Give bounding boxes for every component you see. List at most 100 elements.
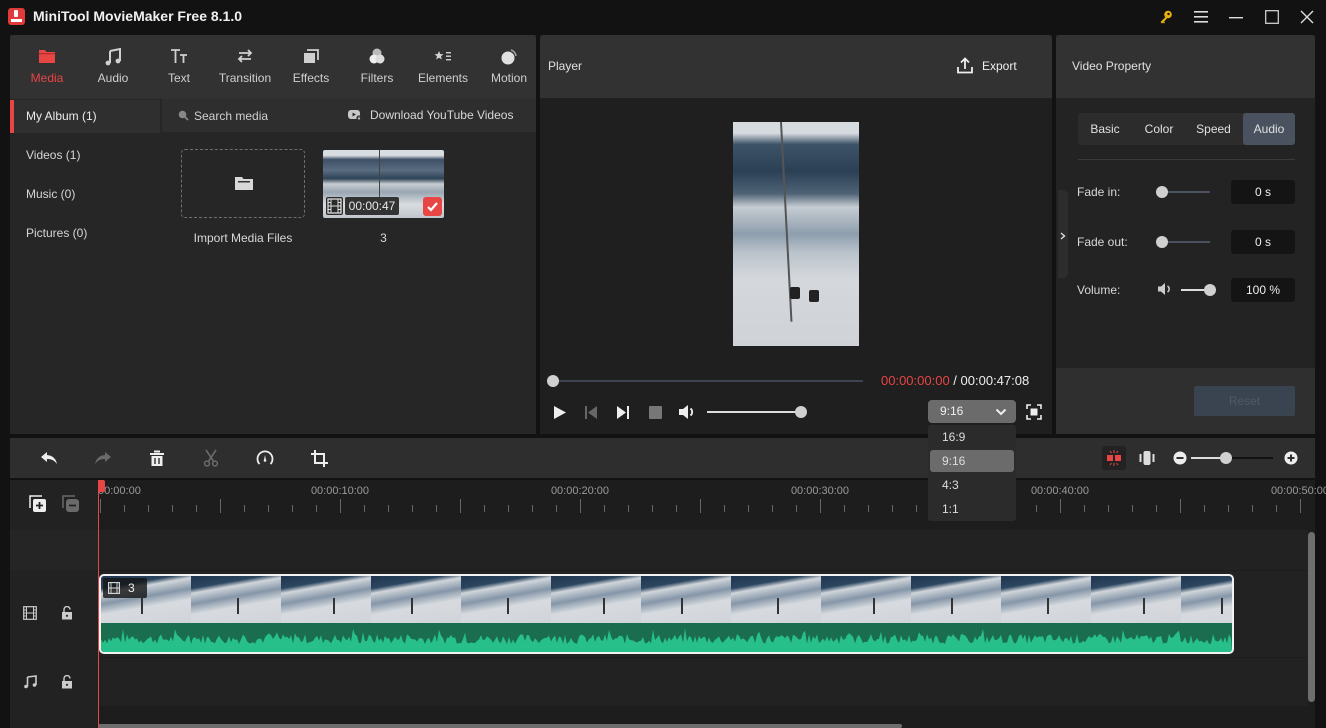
next-frame-button[interactable] [616,405,630,420]
remove-track-button[interactable] [62,495,80,513]
filmstrip-frame [821,576,911,623]
fade-in-slider-track[interactable] [1162,191,1210,193]
minimize-icon[interactable] [1222,4,1250,30]
ruler-label: 00:00:40:00 [1030,485,1090,497]
volume-slider-track[interactable] [707,411,801,413]
export-button[interactable]: Export [955,55,1031,77]
album-item-videos[interactable]: Videos (1) [10,139,160,172]
fade-out-slider-handle[interactable] [1156,236,1168,248]
ruler-tick [340,499,341,513]
key-icon[interactable] [1152,4,1180,30]
tab-audio[interactable]: Audio [80,35,146,99]
clip-filmstrip [101,576,1232,623]
playback-time: 00:00:00:00 / 00:00:47:08 [881,373,1030,388]
tab-transition[interactable]: Transition [212,35,278,99]
ruler-tick [1252,505,1253,512]
tab-effects[interactable]: Effects [278,35,344,99]
player-title: Player [548,59,583,73]
swap-arrows-icon [236,48,254,66]
fade-out-slider-track[interactable] [1162,241,1210,243]
volume-property-slider-handle[interactable] [1204,284,1216,296]
ruler-tick [844,505,845,512]
playhead-line[interactable] [98,480,99,728]
tab-audio-property[interactable]: Audio [1243,113,1295,145]
reset-button[interactable]: Reset [1194,386,1295,416]
fullscreen-icon[interactable] [1026,404,1042,420]
ruler-tick [412,505,413,512]
collapse-panel-handle[interactable] [1058,190,1068,278]
tab-speed[interactable]: Speed [1186,113,1241,145]
video-preview[interactable] [733,122,859,346]
property-header: Video Property [1056,35,1315,98]
volume-value[interactable]: 100 % [1231,278,1295,302]
tab-basic[interactable]: Basic [1078,113,1132,145]
search-media-input[interactable]: Search media [194,109,334,123]
tab-media[interactable]: Media [14,35,80,99]
app-logo-icon [8,8,25,25]
undo-button[interactable] [39,448,59,468]
ruler-tick [892,505,893,512]
delete-button[interactable] [147,448,167,468]
download-youtube-button[interactable]: Download YouTube Videos [370,108,513,122]
ruler-tick [196,505,197,512]
timeline-video-clip[interactable]: 3 [99,574,1234,654]
tab-text[interactable]: Text [146,35,212,99]
audio-track-lock-icon[interactable] [61,674,73,689]
album-item-pictures[interactable]: Pictures (0) [10,217,160,250]
fade-in-slider-handle[interactable] [1156,186,1168,198]
volume-slider-handle[interactable] [795,406,807,418]
aspect-option-4-3[interactable]: 4:3 [930,474,1014,496]
ruler-label: 00:00:30:00 [790,485,850,497]
split-scissors-button[interactable] [201,448,221,468]
aspect-ratio-dropdown[interactable]: 9:16 [928,400,1016,423]
ruler-tick [820,499,821,513]
play-button[interactable] [553,405,567,420]
aspect-option-16-9[interactable]: 16:9 [930,426,1014,448]
fade-in-value[interactable]: 0 s [1231,180,1295,204]
fit-timeline-icon[interactable] [1139,450,1155,466]
timeline-ruler[interactable]: 00:00:00 00:00:10:00 00:00:20:00 00:00:30:0… [98,480,1326,528]
previous-frame-button[interactable] [584,405,598,420]
crop-button[interactable] [309,448,329,468]
playhead-handle[interactable] [98,480,105,492]
import-media-button[interactable] [181,149,305,218]
empty-track-row [98,530,1308,570]
close-icon[interactable] [1293,4,1321,30]
timeline-zoom-track[interactable] [1227,457,1273,459]
timeline-zoom-handle[interactable] [1220,452,1232,464]
timeline-horizontal-scrollbar[interactable] [98,724,902,728]
maximize-icon[interactable] [1258,4,1286,30]
aspect-option-9-16[interactable]: 9:16 [930,450,1014,472]
media-search-bar: Search media Download YouTube Videos [162,99,536,132]
volume-icon[interactable] [678,404,696,420]
ruler-tick [268,505,269,512]
tab-elements[interactable]: Elements [410,35,476,99]
ruler-tick [124,505,125,512]
playback-progress-track[interactable] [553,380,863,382]
ruler-label: 00:00:50:00 [1270,485,1326,497]
tab-filters[interactable]: Filters [344,35,410,99]
zoom-out-button[interactable] [1173,451,1187,465]
tab-color[interactable]: Color [1132,113,1186,145]
video-track-lock-icon[interactable] [61,605,73,620]
menu-icon[interactable] [1187,4,1215,30]
album-item-my-album[interactable]: My Album (1) [10,100,160,133]
playback-progress-handle[interactable] [547,375,559,387]
redo-button[interactable] [93,448,113,468]
volume-label: Volume: [1077,283,1121,297]
speed-button[interactable] [255,448,275,468]
filmstrip-frame [371,576,461,623]
media-clip-thumbnail[interactable]: 00:00:47 [323,150,444,218]
timeline-toolbar [10,438,1315,478]
aspect-option-1-1[interactable]: 1:1 [930,498,1014,520]
ruler-tick [100,499,101,513]
album-item-music[interactable]: Music (0) [10,178,160,211]
timeline-vertical-scrollbar[interactable] [1308,532,1315,702]
stop-button[interactable] [649,406,662,419]
fade-out-value[interactable]: 0 s [1231,230,1295,254]
zoom-in-button[interactable] [1284,451,1298,465]
snap-toggle-button[interactable] [1102,446,1126,470]
ruler-tick [220,499,221,513]
tab-motion[interactable]: Motion [476,35,542,99]
add-track-button[interactable] [29,495,47,513]
